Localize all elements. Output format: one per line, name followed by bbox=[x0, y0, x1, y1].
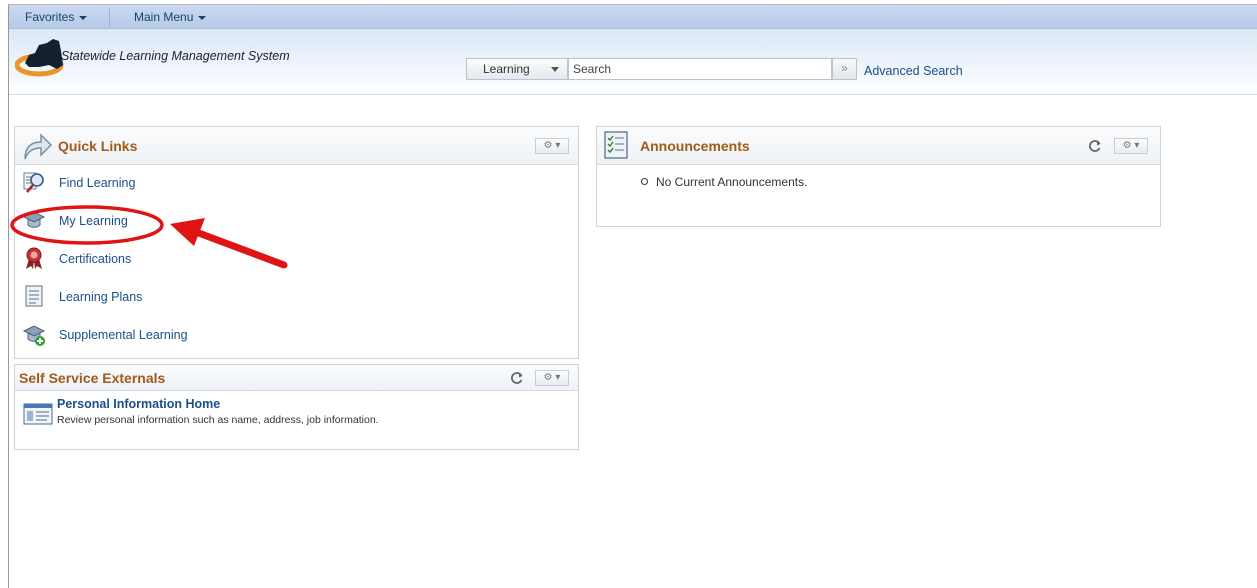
quick-link-label: Certifications bbox=[59, 252, 132, 266]
quick-link-certifications[interactable]: Certifications bbox=[15, 243, 578, 275]
search-scope-select[interactable]: Learning bbox=[466, 58, 568, 80]
announcements-header: Announcements ⚙ ▾ bbox=[597, 127, 1160, 165]
advanced-search-link[interactable]: Advanced Search bbox=[864, 64, 963, 78]
chevron-down-icon bbox=[551, 67, 559, 72]
quick-link-supplemental-learning[interactable]: Supplemental Learning bbox=[15, 319, 578, 351]
menu-divider bbox=[109, 8, 110, 26]
self-service-header: Self Service Externals ⚙ ▾ bbox=[15, 365, 578, 391]
favorites-menu-label: Favorites bbox=[25, 10, 75, 24]
quick-link-label: Find Learning bbox=[59, 176, 136, 190]
search-input[interactable] bbox=[568, 58, 832, 80]
chevron-down-icon bbox=[198, 15, 207, 20]
announcements-pagelet: Announcements ⚙ ▾ No Current Announcemen… bbox=[596, 126, 1161, 227]
main-menu-label: Main Menu bbox=[134, 10, 194, 24]
self-service-pagelet: Self Service Externals ⚙ ▾ Personal Info… bbox=[14, 364, 579, 450]
self-service-options-button[interactable]: ⚙ ▾ bbox=[535, 370, 569, 386]
search-scope-value: Learning bbox=[483, 62, 530, 76]
quick-link-label: Learning Plans bbox=[59, 290, 143, 304]
personal-information-description: Review personal information such as name… bbox=[57, 414, 379, 426]
search-go-button[interactable]: » bbox=[832, 58, 857, 80]
quick-link-my-learning[interactable]: My Learning bbox=[15, 205, 578, 237]
quick-link-find-learning[interactable]: Find Learning bbox=[15, 167, 578, 199]
checklist-icon bbox=[25, 285, 43, 307]
quick-link-label: Supplemental Learning bbox=[59, 328, 188, 342]
chevron-down-icon bbox=[79, 15, 88, 20]
personal-info-entry: Personal Information Home Review persona… bbox=[15, 391, 578, 449]
personal-information-home-link[interactable]: Personal Information Home bbox=[57, 397, 220, 411]
quick-links-header: Quick Links ⚙ ▾ bbox=[15, 127, 578, 165]
quick-links-arrow-icon bbox=[24, 133, 53, 160]
quick-links-options-button[interactable]: ⚙ ▾ bbox=[535, 138, 569, 154]
favorites-menu[interactable]: Favorites bbox=[9, 5, 101, 29]
menu-bar: Favorites Main Menu bbox=[9, 5, 1257, 29]
quick-link-label: My Learning bbox=[59, 214, 128, 228]
main-menu[interactable]: Main Menu bbox=[118, 5, 220, 29]
self-service-title: Self Service Externals bbox=[19, 370, 166, 386]
announcements-title: Announcements bbox=[640, 138, 750, 154]
announcements-body: No Current Announcements. bbox=[597, 165, 1160, 225]
app-title: Statewide Learning Management System bbox=[61, 49, 290, 63]
refresh-icon[interactable] bbox=[1088, 139, 1102, 153]
checklist-icon bbox=[604, 131, 628, 159]
announcement-item: No Current Announcements. bbox=[641, 175, 807, 189]
quick-link-learning-plans[interactable]: Learning Plans bbox=[15, 281, 578, 313]
quick-links-pagelet: Quick Links ⚙ ▾ Find Learning My Learnin… bbox=[14, 126, 579, 359]
graduation-cap-add-icon bbox=[22, 325, 46, 346]
award-ribbon-icon bbox=[26, 247, 42, 269]
announcements-options-button[interactable]: ⚙ ▾ bbox=[1114, 138, 1148, 154]
refresh-icon[interactable] bbox=[510, 371, 524, 385]
browser-frame: Favorites Main Menu Statewide Learning M… bbox=[8, 4, 1257, 588]
quick-links-title: Quick Links bbox=[58, 138, 138, 154]
graduation-cap-icon bbox=[22, 211, 46, 228]
window-form-icon bbox=[23, 403, 53, 425]
magnifier-document-icon bbox=[23, 172, 44, 193]
header-banner: Statewide Learning Management System Lea… bbox=[9, 29, 1257, 95]
